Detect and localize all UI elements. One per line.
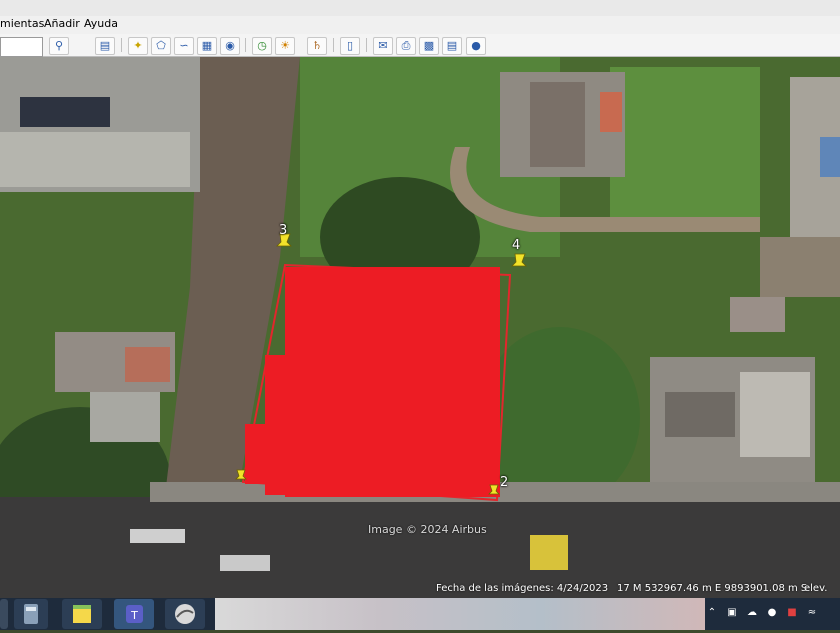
view-in-maps-icon[interactable]: ▤ [442,37,462,55]
toolbar-separator [245,38,246,52]
redaction-block [285,267,500,497]
building-roof [90,392,160,442]
roadside-object [530,535,568,570]
print-icon[interactable]: ⎙ [396,37,416,55]
parked-vehicle [220,555,270,571]
toolbar: ⚲ ▤ ✦ ⬠ ∽ ▦ ◉ ◷ ☀ ♄ ▯ ✉ ⎙ ▩ ▤ ● [0,34,840,57]
elevation-readout: elev. [804,583,828,594]
toolbar-separator [121,38,122,52]
record-tour-icon[interactable]: ◉ [220,37,240,55]
start-area[interactable] [0,599,8,629]
search-input[interactable] [0,37,43,57]
google-earth-pro-icon[interactable] [165,599,205,629]
pin-label: 2 [500,475,509,490]
menu-add[interactable]: Añadir [44,17,80,30]
email-icon[interactable]: ✉ [373,37,393,55]
calculator-icon[interactable] [14,599,48,629]
wifi-icon[interactable]: ≈ [806,606,818,620]
sticky-notes-icon[interactable] [62,599,102,629]
parked-vehicle [130,529,185,543]
building-roof [0,132,190,187]
grass-area [610,67,760,217]
building-shadow [20,97,110,127]
planets-icon[interactable]: ♄ [307,37,327,55]
taskbar: T ⌃ ▣ ☁ ● ■ ≈ [0,598,840,630]
building-roof [600,92,622,132]
chevron-up-icon[interactable]: ⌃ [706,606,718,620]
sidebar-icon[interactable]: ▤ [95,37,115,55]
building-roof [740,372,810,457]
coordinate-readout: 17 M 532967.46 m E 9893901.08 m S [617,583,808,594]
polygon-icon[interactable]: ⬠ [151,37,171,55]
pin-label: 4 [512,238,521,253]
satellite-imagery [0,57,840,598]
car-icon[interactable]: ▣ [726,606,738,620]
menu-bar: mientas Añadir Ayuda [0,0,840,35]
search-icon[interactable]: ⚲ [49,37,69,55]
save-image-icon[interactable]: ▩ [419,37,439,55]
imagery-credit: Image © 2024 Airbus [368,523,487,536]
teams-tray-icon[interactable]: ● [766,606,778,620]
building-roof [760,237,840,297]
pin-label: 3 [279,223,288,238]
building-roof [530,82,585,167]
svg-text:T: T [130,609,138,622]
placemark-icon[interactable]: ✦ [128,37,148,55]
redaction-block [245,424,295,484]
path-icon[interactable]: ∽ [174,37,194,55]
ruler-icon[interactable]: ▯ [340,37,360,55]
building-roof [125,347,170,382]
building-roof [665,392,735,437]
toolbar-separator [366,38,367,52]
window-title-strip [0,0,840,16]
defender-icon[interactable]: ■ [786,606,798,620]
taskbar-wallpaper-strip [215,598,705,630]
building-roof [730,297,785,332]
image-overlay-icon[interactable]: ▦ [197,37,217,55]
history-icon[interactable]: ◷ [252,37,272,55]
teams-icon[interactable]: T [114,599,154,629]
sunlight-icon[interactable]: ☀ [275,37,295,55]
building-roof [820,137,840,177]
imagery-date: Fecha de las imágenes: 4/24/2023 [436,583,609,594]
globe-icon[interactable]: ● [466,37,486,55]
map-viewport[interactable]: 3 4 2 Image © 2024 Airbus Fecha de las i… [0,57,840,598]
menu-help[interactable]: Ayuda [84,17,118,30]
menu-tools[interactable]: mientas [0,17,44,30]
onedrive-icon[interactable]: ☁ [746,606,758,620]
toolbar-separator [333,38,334,52]
